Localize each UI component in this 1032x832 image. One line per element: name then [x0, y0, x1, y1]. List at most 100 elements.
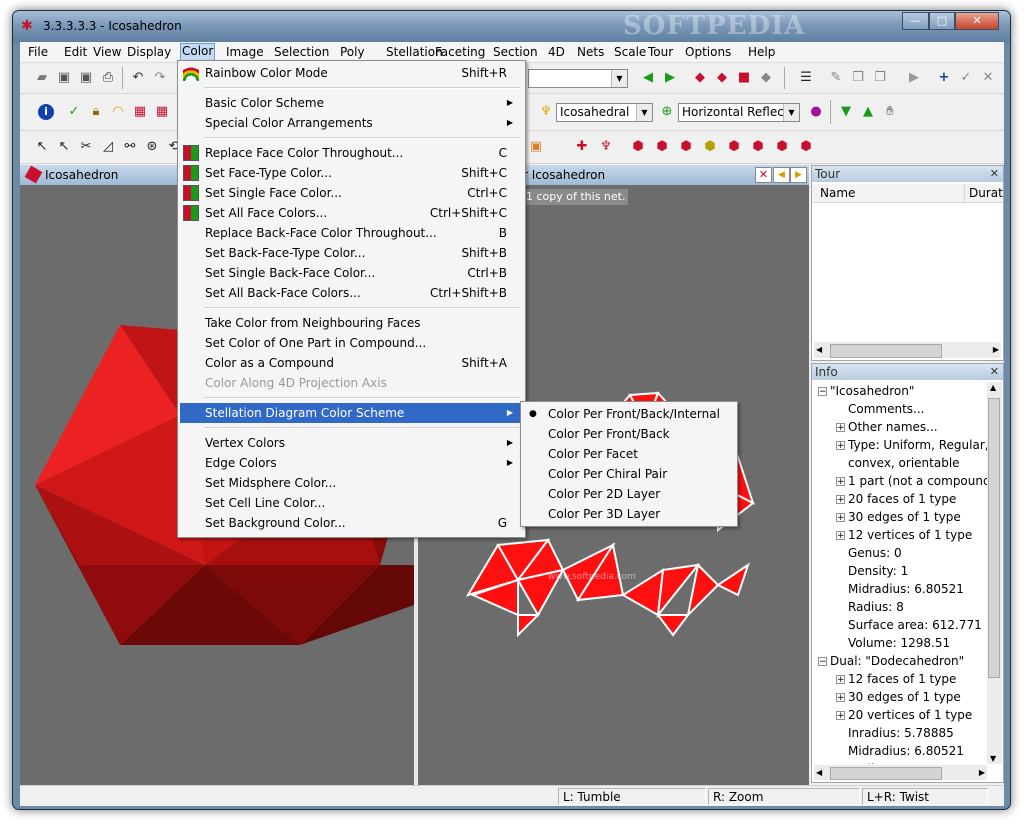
symmetry-combo[interactable]: Icosahedral ▼ — [556, 103, 653, 122]
expand-icon[interactable]: + — [836, 513, 845, 523]
select-help-icon[interactable]: ↖ — [56, 139, 72, 155]
poly-add-icon[interactable]: ◆ — [714, 70, 730, 86]
stellation-scheme-item[interactable]: Color Per Chiral Pair — [523, 464, 733, 484]
color-menu-item[interactable]: Set Background Color... G — [180, 513, 521, 533]
poly-yellow-icon[interactable]: ⬢ — [702, 139, 718, 155]
menu-edit[interactable]: Edit — [63, 44, 88, 60]
stellation-scheme-item[interactable]: ● Color Per Front/Back/Internal — [523, 404, 733, 424]
info-tree-row[interactable]: + Other names... — [812, 418, 987, 436]
expand-icon[interactable]: + — [836, 477, 845, 487]
expand-icon[interactable]: + — [836, 423, 845, 433]
expand-icon[interactable]: + — [836, 675, 845, 685]
berry-icon[interactable]: ● — [808, 104, 824, 120]
expand-icon[interactable]: + — [836, 693, 845, 703]
info-tree-row[interactable]: Midradius: 6.80521 — [812, 742, 987, 760]
cube-icon[interactable]: ■ — [736, 70, 752, 86]
menu-color[interactable]: Color — [180, 43, 216, 61]
color-menu-item[interactable]: Stellation Diagram Color Scheme ▶ — [180, 403, 521, 423]
play-icon[interactable]: ▶ — [906, 70, 922, 86]
poly-red-5-icon[interactable]: ⬢ — [750, 139, 766, 155]
list-icon[interactable]: ☰ — [798, 70, 814, 86]
info-vscrollbar[interactable]: ▲ ▼ — [987, 382, 1002, 764]
save-as-icon[interactable]: ▣ — [78, 70, 94, 86]
face-colors-icon[interactable]: ▦ — [132, 104, 148, 120]
color-menu-item[interactable]: Set All Face Colors... Ctrl+Shift+C — [180, 203, 521, 223]
color-menu-item[interactable]: Set Midsphere Color... — [180, 473, 521, 493]
info-tree[interactable]: − "Icosahedron" Comments... + Other names...… — [812, 382, 987, 764]
menu-nets[interactable]: Nets — [576, 44, 605, 60]
poly-red-4-icon[interactable]: ⬢ — [726, 139, 742, 155]
stellation-scheme-item[interactable]: Color Per Front/Back — [523, 424, 733, 444]
color-menu-item[interactable]: Replace Face Color Throughout... C — [180, 143, 521, 163]
net-icon[interactable]: ▣ — [528, 139, 544, 155]
menu-help[interactable]: Help — [747, 44, 776, 60]
next-view-icon[interactable]: ▶ — [790, 167, 807, 183]
menu-section[interactable]: Section — [492, 44, 539, 60]
info-tree-row[interactable]: Comments... — [812, 400, 987, 418]
color-menu-item[interactable]: Set Cell Line Color... — [180, 493, 521, 513]
info-tree-row[interactable]: +12 vertices of 1 type — [812, 526, 987, 544]
info-tree-row[interactable]: + Type: Uniform, Regular, — [812, 436, 987, 454]
info-tree-row[interactable]: +12 faces of 1 type — [812, 670, 987, 688]
pin-icon[interactable]: ♆ — [538, 104, 554, 120]
color-menu-item[interactable]: Edge Colors ▶ — [180, 453, 521, 473]
stellate-up-icon[interactable]: ▲ — [860, 104, 876, 120]
menu-display[interactable]: Display — [126, 44, 172, 60]
next-arrow-icon[interactable]: ▶ — [662, 70, 678, 86]
color-menu-item[interactable]: Vertex Colors ▶ — [180, 433, 521, 453]
info-tree-row[interactable]: +30 edges of 1 type — [812, 688, 987, 706]
info-tree-row[interactable]: − "Icosahedron" — [812, 382, 987, 400]
save-icon[interactable]: ▣ — [56, 70, 72, 86]
color-menu-item[interactable]: Set Back-Face-Type Color... Shift+B — [180, 243, 521, 263]
menu-file[interactable]: File — [27, 44, 49, 60]
dial-icon[interactable]: ⊛ — [144, 139, 160, 155]
info-tree-row[interactable]: Radius: 7.00171 — [812, 760, 987, 764]
collapse-icon[interactable]: − — [818, 657, 827, 667]
color-menu-item[interactable]: Set Single Back-Face Color... Ctrl+B — [180, 263, 521, 283]
add-step-icon[interactable]: + — [936, 70, 952, 86]
prev-view-icon[interactable]: ◀ — [773, 167, 790, 183]
poly-red-2-icon[interactable]: ⬢ — [654, 139, 670, 155]
color-menu-item[interactable]: Color as a Compound Shift+A — [180, 353, 521, 373]
info-tree-row[interactable]: +1 part (not a compound) — [812, 472, 987, 490]
maximize-button[interactable]: □ — [929, 12, 955, 30]
color-menu-item[interactable]: Basic Color Scheme ▶ — [180, 93, 521, 113]
info-tree-row[interactable]: − Dual: "Dodecahedron" — [812, 652, 987, 670]
object-combo[interactable]: ▼ — [528, 69, 628, 88]
color-menu-item[interactable]: Set Single Face Color... Ctrl+C — [180, 183, 521, 203]
menu-options[interactable]: Options — [684, 44, 732, 60]
color-menu-item[interactable]: Take Color from Neighbouring Faces — [180, 313, 521, 333]
title-bar[interactable]: ✱ 3.3.3.3.3 - Icosahedron SOFTPEDIA — □ … — [13, 11, 1010, 43]
info-tree-row[interactable]: Radius: 8 — [812, 598, 987, 616]
pin-red-icon[interactable]: ♆ — [598, 139, 614, 155]
tour-copy-icon[interactable]: ❐ — [850, 70, 866, 86]
tour-hscrollbar[interactable]: ◀ ▶ — [814, 342, 1001, 358]
triangle-icon[interactable]: ◿ — [100, 139, 116, 155]
tour-col-duration[interactable]: Durat — [969, 186, 1003, 200]
tour-paste-icon[interactable]: ❐ — [872, 70, 888, 86]
tour-col-name[interactable]: Name — [820, 186, 855, 200]
reflection-combo[interactable]: Horizontal Reflection ▼ — [678, 103, 800, 122]
print-icon[interactable]: ⎙ — [100, 70, 116, 86]
poly-red-1-icon[interactable]: ⬢ — [630, 139, 646, 155]
info-tree-row[interactable]: +20 vertices of 1 type — [812, 706, 987, 724]
info-tree-row[interactable]: Genus: 0 — [812, 544, 987, 562]
menu-tour[interactable]: Tour — [647, 44, 674, 60]
info-hscrollbar[interactable]: ◀ ▶ — [814, 765, 987, 780]
color-menu-item[interactable]: Set All Back-Face Colors... Ctrl+Shift+B — [180, 283, 521, 303]
info-close-icon[interactable]: ✕ — [990, 364, 999, 380]
color-menu-item[interactable]: Set Face-Type Color... Shift+C — [180, 163, 521, 183]
color-menu-item[interactable]: Rainbow Color Mode Shift+R — [180, 63, 521, 83]
delete-step-icon[interactable]: ✕ — [980, 70, 996, 86]
menu-view[interactable]: View — [92, 44, 122, 60]
crosshair-icon[interactable]: ⊕ — [659, 104, 675, 120]
pick-icon[interactable]: ✓ — [66, 104, 82, 120]
stellate-down-icon[interactable]: ▼ — [838, 104, 854, 120]
poly-red-3-icon[interactable]: ⬢ — [678, 139, 694, 155]
menu-image[interactable]: Image — [225, 44, 265, 60]
color-menu-item[interactable]: Replace Back-Face Color Throughout... B — [180, 223, 521, 243]
expand-icon[interactable]: + — [836, 441, 845, 451]
check-icon[interactable]: ✓ — [958, 70, 974, 86]
menu-scale[interactable]: Scale — [613, 44, 647, 60]
poly-icon[interactable]: ◆ — [692, 70, 708, 86]
